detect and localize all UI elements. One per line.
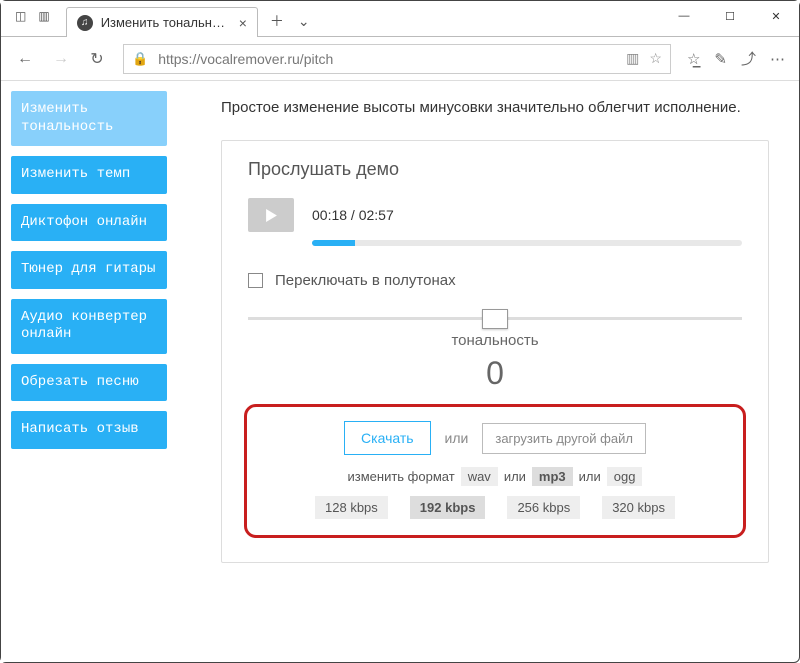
tone-label: тональность <box>248 332 742 349</box>
url-text: https://vocalremover.ru/pitch <box>158 51 616 67</box>
tabs-preview-icon[interactable]: ▥ <box>38 9 49 23</box>
slider-thumb[interactable] <box>482 309 508 329</box>
tab-close-icon[interactable]: × <box>239 15 247 31</box>
progress-bar[interactable] <box>312 240 742 246</box>
format-ogg[interactable]: ogg <box>607 467 643 486</box>
playback-time: 00:18 / 02:57 <box>312 207 394 223</box>
address-bar: ← → ↻ 🔒 https://vocalremover.ru/pitch ▥ … <box>1 37 799 81</box>
format-wav[interactable]: wav <box>461 467 498 486</box>
or-text-2: или <box>579 469 601 484</box>
sidebar-item-feedback[interactable]: Написать отзыв <box>11 411 167 449</box>
main-panel: Простое изменение высоты минусовки значи… <box>177 81 799 662</box>
demo-title: Прослушать демо <box>248 159 742 180</box>
format-mp3[interactable]: mp3 <box>532 467 573 486</box>
or-text-1: или <box>504 469 526 484</box>
url-actions: ▥ ☆ <box>626 50 662 67</box>
play-icon <box>265 209 278 222</box>
or-text: или <box>445 430 469 446</box>
format-row: изменить формат wav или mp3 или ogg <box>269 467 721 486</box>
sidebar-item-recorder[interactable]: Диктофон онлайн <box>11 204 167 242</box>
download-row: Скачать или загрузить другой файл <box>269 421 721 455</box>
bitrate-row: 128 kbps 192 kbps 256 kbps 320 kbps <box>269 496 721 519</box>
favorites-hub-icon[interactable]: ☆̲ <box>687 50 700 68</box>
close-window-button[interactable]: ✕ <box>753 1 799 31</box>
lead-text: Простое изменение высоты минусовки значи… <box>221 99 769 116</box>
browser-tab[interactable]: ♫ Изменить тональность × <box>66 7 258 37</box>
minimize-button[interactable]: — <box>661 1 707 31</box>
semitone-label: Переключать в полутонах <box>275 272 456 289</box>
more-icon[interactable]: ⋯ <box>770 50 785 68</box>
progress-fill <box>312 240 355 246</box>
new-tab-button[interactable]: ＋ <box>270 11 284 31</box>
back-button[interactable]: ← <box>15 50 35 68</box>
refresh-button[interactable]: ↻ <box>87 49 107 69</box>
tab-title: Изменить тональность <box>101 15 231 30</box>
favicon-icon: ♫ <box>77 15 93 31</box>
window-titlebar: ◫ ▥ ♫ Изменить тональность × ＋ ⌄ — ☐ ✕ <box>1 1 799 37</box>
titlebar-left: ◫ ▥ <box>1 1 60 23</box>
player-row: 00:18 / 02:57 <box>248 198 742 232</box>
semitone-checkbox[interactable] <box>248 273 263 288</box>
lock-icon: 🔒 <box>132 51 148 67</box>
sidebar-item-cutter[interactable]: Обрезать песню <box>11 364 167 402</box>
reading-view-icon[interactable]: ▥ <box>626 50 639 67</box>
progress-wrap <box>312 240 742 246</box>
download-box: Скачать или загрузить другой файл измени… <box>244 404 746 538</box>
tone-value: 0 <box>248 355 742 392</box>
change-format-label: изменить формат <box>348 469 455 484</box>
bitrate-320[interactable]: 320 kbps <box>602 496 675 519</box>
upload-other-button[interactable]: загрузить другой файл <box>482 423 646 454</box>
forward-button: → <box>51 50 71 68</box>
download-button[interactable]: Скачать <box>344 421 431 455</box>
semitone-row: Переключать в полутонах <box>248 272 742 289</box>
url-input[interactable]: 🔒 https://vocalremover.ru/pitch ▥ ☆ <box>123 44 671 74</box>
sidebar-item-pitch[interactable]: Изменить тональность <box>11 91 167 146</box>
notes-icon[interactable]: ✎ <box>714 50 727 68</box>
slider-track <box>248 317 742 320</box>
sidebar: Изменить тональность Изменить темп Дикто… <box>1 81 177 662</box>
page-content: Изменить тональность Изменить темп Дикто… <box>1 81 799 662</box>
tab-actions: ＋ ⌄ <box>270 11 310 31</box>
toolbar-right: ☆̲ ✎ ⤴ ⋯ <box>687 48 785 69</box>
tab-dropdown-icon[interactable]: ⌄ <box>298 13 310 30</box>
bitrate-128[interactable]: 128 kbps <box>315 496 388 519</box>
bitrate-192[interactable]: 192 kbps <box>410 496 486 519</box>
maximize-button[interactable]: ☐ <box>707 1 753 31</box>
favorite-star-icon[interactable]: ☆ <box>649 50 662 67</box>
sidebar-item-tempo[interactable]: Изменить темп <box>11 156 167 194</box>
sidebar-item-tuner[interactable]: Тюнер для гитары <box>11 251 167 289</box>
play-button[interactable] <box>248 198 294 232</box>
window-controls: — ☐ ✕ <box>661 1 799 31</box>
demo-card: Прослушать демо 00:18 / 02:57 Переключат… <box>221 140 769 563</box>
pitch-slider[interactable] <box>248 317 742 320</box>
tabs-aside-icon[interactable]: ◫ <box>15 9 26 23</box>
bitrate-256[interactable]: 256 kbps <box>507 496 580 519</box>
sidebar-item-converter[interactable]: Аудио конвертер онлайн <box>11 299 167 354</box>
share-icon[interactable]: ⤴ <box>741 48 756 69</box>
